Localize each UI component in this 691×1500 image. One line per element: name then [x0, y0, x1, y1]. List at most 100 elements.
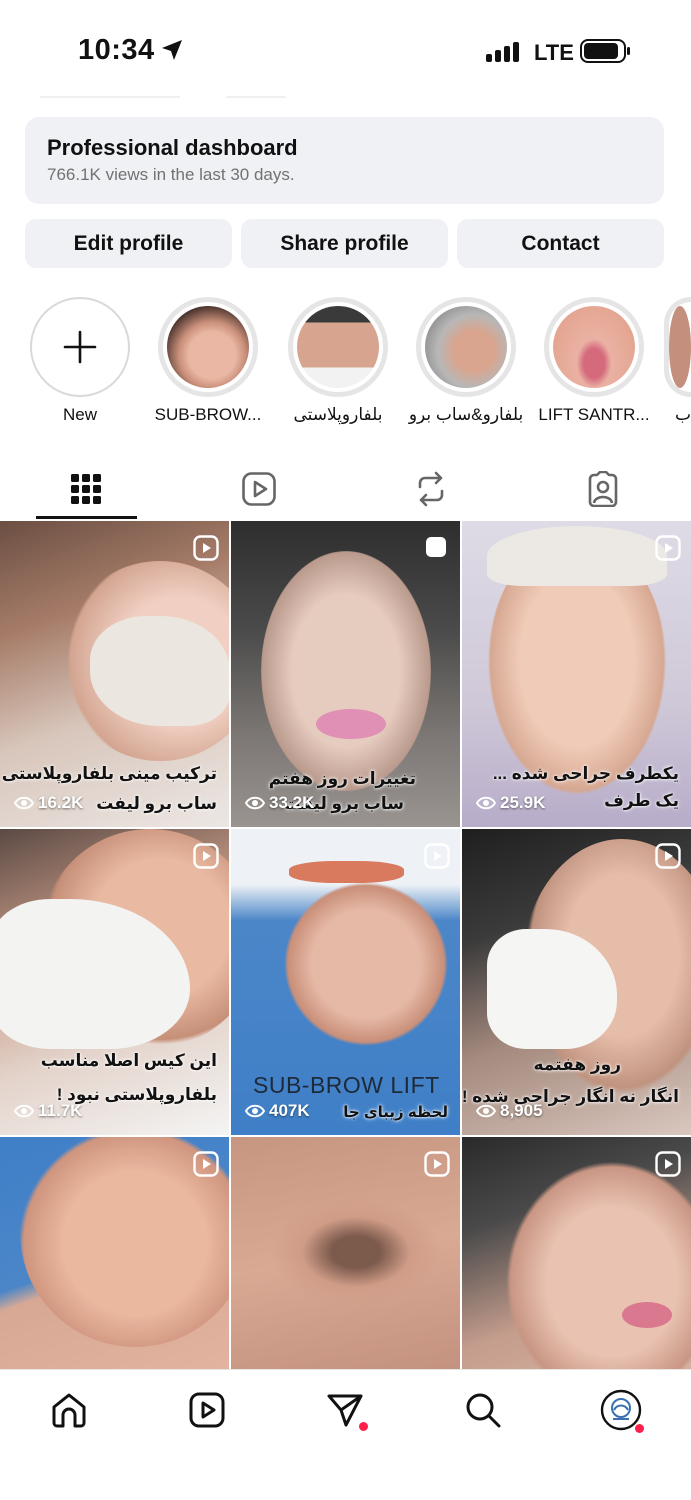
view-count: 11.7K: [14, 1101, 82, 1121]
highlight-lift[interactable]: LIFT SANTR...: [536, 297, 652, 425]
post-caption-line2: ساب برو لیفت: [96, 794, 217, 813]
eye-icon: [14, 1104, 34, 1118]
highlight-thumbnail: [297, 306, 379, 388]
reel-icon: [193, 1151, 219, 1177]
nav-messages[interactable]: [323, 1388, 368, 1432]
highlight-thumbnail: [425, 306, 507, 388]
nav-reels[interactable]: [185, 1388, 229, 1432]
tab-posts[interactable]: [36, 458, 136, 520]
highlight-ring: [664, 297, 691, 397]
highlight-label: LIFT SANTR...: [538, 405, 650, 424]
professional-dashboard[interactable]: Professional dashboard 766.1K views in t…: [25, 117, 664, 204]
contact-button[interactable]: Contact: [457, 219, 664, 268]
highlight-label: بلفاروپلاستی: [293, 405, 383, 424]
lips: [622, 1302, 672, 1328]
nav-profile[interactable]: [599, 1388, 644, 1433]
profile-actions: Edit profile Share profile Contact: [25, 219, 664, 268]
edit-profile-button[interactable]: Edit profile: [25, 219, 232, 268]
search-icon: [466, 1393, 501, 1428]
post-tile[interactable]: [0, 1137, 229, 1369]
post-tile[interactable]: SUB-BROW LIFT لحظه زیبای جا 407K: [231, 829, 460, 1135]
view-count-text: 33.2K: [269, 793, 315, 812]
highlight-ring: [416, 297, 516, 397]
post-caption: این کیس اصلا مناسب: [40, 1051, 217, 1070]
highlight-ring: [544, 297, 644, 397]
divider: [226, 96, 286, 98]
highlight-label: بلفارو&ساب برو: [408, 405, 524, 424]
reel-icon: [655, 843, 681, 869]
status-time: 10:34: [78, 34, 155, 66]
view-count-text: 11.7K: [38, 1101, 83, 1120]
story-highlights: New SUB-BROW... بلفاروپلاستی بلفارو&ساب …: [0, 297, 691, 437]
highlight-ring: [158, 297, 258, 397]
nav-home[interactable]: [47, 1388, 91, 1432]
view-count: 25.9K: [476, 793, 545, 813]
post-overlay-text: SUB-BROW LIFT: [253, 1072, 440, 1098]
highlight-label: SUB-BROW...: [154, 405, 262, 424]
plus-icon: [63, 330, 97, 364]
gloved-hand: [90, 616, 229, 726]
post-caption: یکطرف جراحی شده ...: [492, 764, 679, 783]
post-tile[interactable]: [231, 1137, 460, 1369]
battery-icon: [580, 39, 630, 63]
surgical-tissue: [289, 861, 404, 883]
highlight-label: ب: [674, 405, 691, 424]
highlight-thumbnail: [167, 306, 249, 388]
eye-icon: [476, 796, 496, 810]
share-profile-button[interactable]: Share profile: [241, 219, 448, 268]
post-caption-line2: یک طرف: [604, 791, 679, 810]
signal-icon: [486, 42, 519, 62]
highlight-blepharo-subbrow[interactable]: بلفارو&ساب برو: [408, 297, 524, 425]
tab-reels[interactable]: [209, 458, 309, 520]
highlight-blepharoplasty[interactable]: بلفاروپلاستی: [280, 297, 396, 425]
notification-dot: [359, 1422, 368, 1431]
post-caption-line2: لحظه زیبای جا: [343, 1104, 448, 1121]
post-thumbnail: [281, 879, 451, 1049]
post-caption: ترکیب مینی بلفاروپلاستی و: [0, 764, 217, 783]
nav-search[interactable]: [461, 1388, 505, 1432]
posts-grid: ترکیب مینی بلفاروپلاستی و ساب برو لیفت 1…: [0, 521, 691, 1369]
eye-icon: [245, 796, 265, 810]
tab-reposts[interactable]: [381, 458, 481, 520]
highlight-sub-brow[interactable]: SUB-BROW...: [150, 297, 266, 425]
post-thumbnail: [502, 1157, 691, 1369]
home-icon: [52, 1393, 86, 1428]
highlight-thumbnail: [669, 306, 691, 388]
view-count-text: 407K: [269, 1101, 310, 1120]
post-tile[interactable]: این کیس اصلا مناسب بلفاروپلاستی نبود ! 1…: [0, 829, 229, 1135]
view-count: 16.2K: [14, 793, 83, 813]
post-tile[interactable]: تغییرات روز هفتم ساب برو لیفت 33.2K: [231, 521, 460, 827]
view-count-text: 16.2K: [38, 793, 84, 812]
tab-tagged[interactable]: [553, 458, 653, 520]
eye-icon: [245, 1104, 265, 1118]
reel-icon: [193, 843, 219, 869]
reels-icon: [189, 1392, 225, 1428]
post-thumbnail: [271, 1197, 441, 1307]
view-count-text: 25.9K: [500, 793, 546, 812]
reels-icon: [242, 472, 276, 506]
carousel-icon: [426, 537, 446, 557]
network-label: LTE: [534, 40, 574, 65]
notification-dot: [635, 1424, 644, 1433]
post-tile[interactable]: روز هفتمه انگار نه انگار جراحی شده ! 8,9…: [462, 829, 691, 1135]
headband: [487, 526, 667, 586]
post-tile[interactable]: [462, 1137, 691, 1369]
highlight-ring: [288, 297, 388, 397]
post-tile[interactable]: یکطرف جراحی شده ... یک طرف 25.9K: [462, 521, 691, 827]
bottom-navigation: [0, 1369, 691, 1500]
lips: [316, 709, 386, 739]
reel-icon: [655, 1151, 681, 1177]
highlight-thumbnail: [553, 306, 635, 388]
view-count: 407K: [245, 1101, 310, 1121]
highlight-label: New: [62, 405, 97, 424]
view-count: 33.2K: [245, 793, 314, 813]
status-bar: 10:34 LTE: [0, 0, 691, 100]
highlight-new[interactable]: New: [22, 297, 138, 425]
posts-grid-icon: [71, 474, 101, 504]
profile-tabs: [0, 458, 691, 520]
dashboard-title: Professional dashboard: [47, 135, 298, 160]
post-tile[interactable]: ترکیب مینی بلفاروپلاستی و ساب برو لیفت 1…: [0, 521, 229, 827]
view-count: 8,905: [476, 1101, 543, 1121]
reel-icon: [424, 843, 450, 869]
highlight-partial[interactable]: ب: [664, 297, 691, 425]
